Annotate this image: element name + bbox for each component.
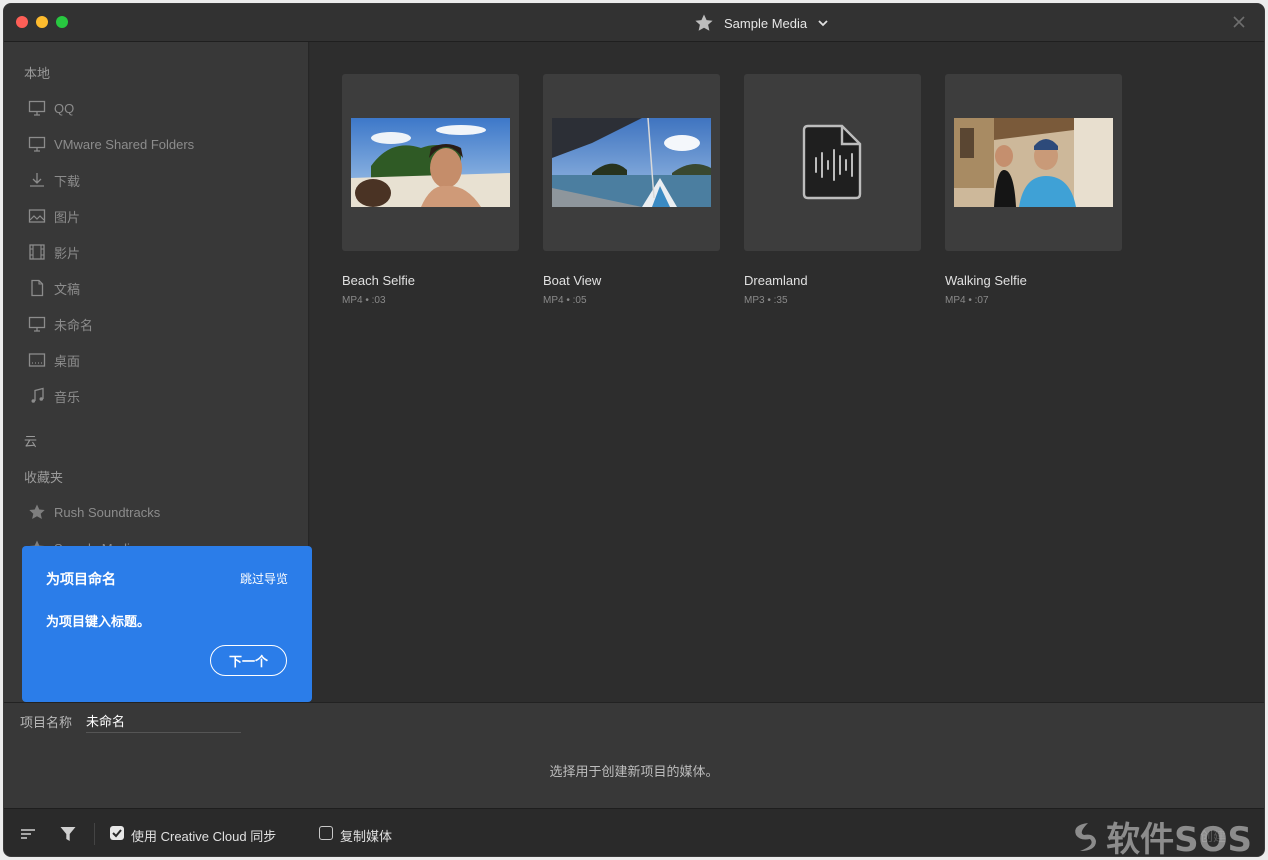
close-window-button[interactable] [16, 16, 28, 28]
watermark-logo-icon [1075, 822, 1097, 851]
video-thumbnail-image [351, 118, 510, 207]
next-button[interactable]: 下一个 [210, 645, 287, 676]
media-card-dreamland[interactable]: Dreamland MP3 • :35 [744, 74, 921, 306]
monitor-icon [28, 100, 46, 116]
media-meta: MP4 • :03 [342, 295, 386, 306]
download-icon [30, 173, 44, 187]
filter-icon[interactable] [59, 825, 77, 843]
coach-body: 为项目键入标题。 [46, 614, 151, 629]
sidebar-item-pictures[interactable]: 图片 [28, 205, 80, 227]
window-title: Sample Media [724, 15, 808, 31]
film-icon [29, 244, 45, 260]
desktop-icon [28, 353, 46, 367]
monitor-icon [28, 136, 46, 152]
video-thumbnail-image [552, 118, 711, 207]
sidebar-item-desktop[interactable]: 桌面 [28, 349, 80, 371]
minimize-window-button[interactable] [36, 16, 48, 28]
media-card-beach-selfie[interactable]: Beach Selfie MP4 • :03 [342, 74, 519, 306]
close-icon[interactable] [1232, 15, 1246, 29]
document-icon [31, 279, 44, 297]
sort-list-icon[interactable] [19, 825, 37, 843]
media-thumbnail[interactable] [744, 74, 921, 251]
star-icon [695, 14, 713, 31]
favorites-section-header[interactable]: 收藏夹 [24, 467, 63, 486]
title-bar: Sample Media [4, 4, 1264, 42]
monitor-icon [28, 316, 46, 332]
media-grid: Beach Selfie MP4 • :03 Boat View MP4 •:… [310, 42, 1264, 702]
media-title: Dreamland [744, 273, 808, 288]
local-section-header[interactable]: 本地 [24, 63, 50, 82]
sidebar-item-vmware[interactable]: VMware Shared Folders [28, 133, 194, 155]
sidebar-item-downloads[interactable]: 下载 [28, 169, 80, 191]
media-selection-hint: 选择用于创建新项目的媒体。 [549, 764, 719, 779]
chevron-down-icon [818, 20, 828, 27]
media-thumbnail[interactable] [945, 74, 1122, 251]
image-icon [28, 209, 46, 223]
media-thumbnail[interactable] [543, 74, 720, 251]
sidebar-item-rush-soundtracks[interactable]: Rush Soundtracks [28, 501, 160, 523]
sidebar-item-music[interactable]: 音乐 [28, 385, 80, 407]
bottom-toolbar: 使用 Creative Cloud 同步 复制媒体 创建 软件SOS [4, 808, 1264, 856]
media-card-boat-view[interactable]: Boat View MP4 • :05 [543, 74, 720, 306]
media-meta: MP4 • :05 [543, 295, 587, 306]
sidebar-item-qq[interactable]: QQ [28, 97, 74, 119]
sync-checkbox[interactable] [110, 826, 124, 840]
media-thumbnail[interactable] [342, 74, 519, 251]
cloud-section-header[interactable]: 云 [24, 431, 37, 450]
coach-title: 为项目命名 [46, 571, 116, 587]
toolbar-divider [94, 823, 95, 845]
app-window: Sample Media 本地 QQ VMware Shared Folders… [3, 3, 1265, 857]
coach-mark-tooltip: 为项目命名 跳过导览 为项目键入标题。 下一个 [22, 546, 312, 710]
video-thumbnail-image [954, 118, 1113, 207]
watermark: 软件SOS [1066, 812, 1252, 856]
checkmark-icon [112, 829, 122, 838]
media-title: Boat View [543, 273, 602, 288]
sidebar-item-documents[interactable]: 文稿 [28, 277, 80, 299]
zoom-window-button[interactable] [56, 16, 68, 28]
location-selector[interactable]: Sample Media [694, 13, 829, 33]
copy-media-checkbox[interactable] [319, 826, 333, 840]
media-meta: MP4 • :07 [945, 295, 989, 306]
project-name-label: 项目名称 [20, 715, 73, 730]
project-name-input[interactable]: 未命名 [86, 711, 241, 733]
media-title: Beach Selfie [342, 273, 415, 288]
sidebar-item-movies[interactable]: 影片 [28, 241, 80, 263]
copy-media-label[interactable]: 复制媒体 [340, 826, 392, 845]
media-meta: MP3 • :35 [744, 295, 788, 306]
sidebar-item-untitled[interactable]: 未命名 [28, 313, 93, 335]
music-icon [31, 387, 44, 403]
skip-tour-link[interactable]: 跳过导览 [240, 570, 288, 587]
audio-file-icon [802, 124, 862, 200]
sync-label[interactable]: 使用 Creative Cloud 同步 [131, 826, 276, 845]
media-card-walking-selfie[interactable]: Walking Selfie MP4 • :07 [945, 74, 1122, 306]
star-icon [29, 504, 45, 519]
media-title: Walking Selfie [945, 273, 1027, 288]
project-name-panel: 项目名称 未命名 选择用于创建新项目的媒体。 [4, 702, 1264, 808]
